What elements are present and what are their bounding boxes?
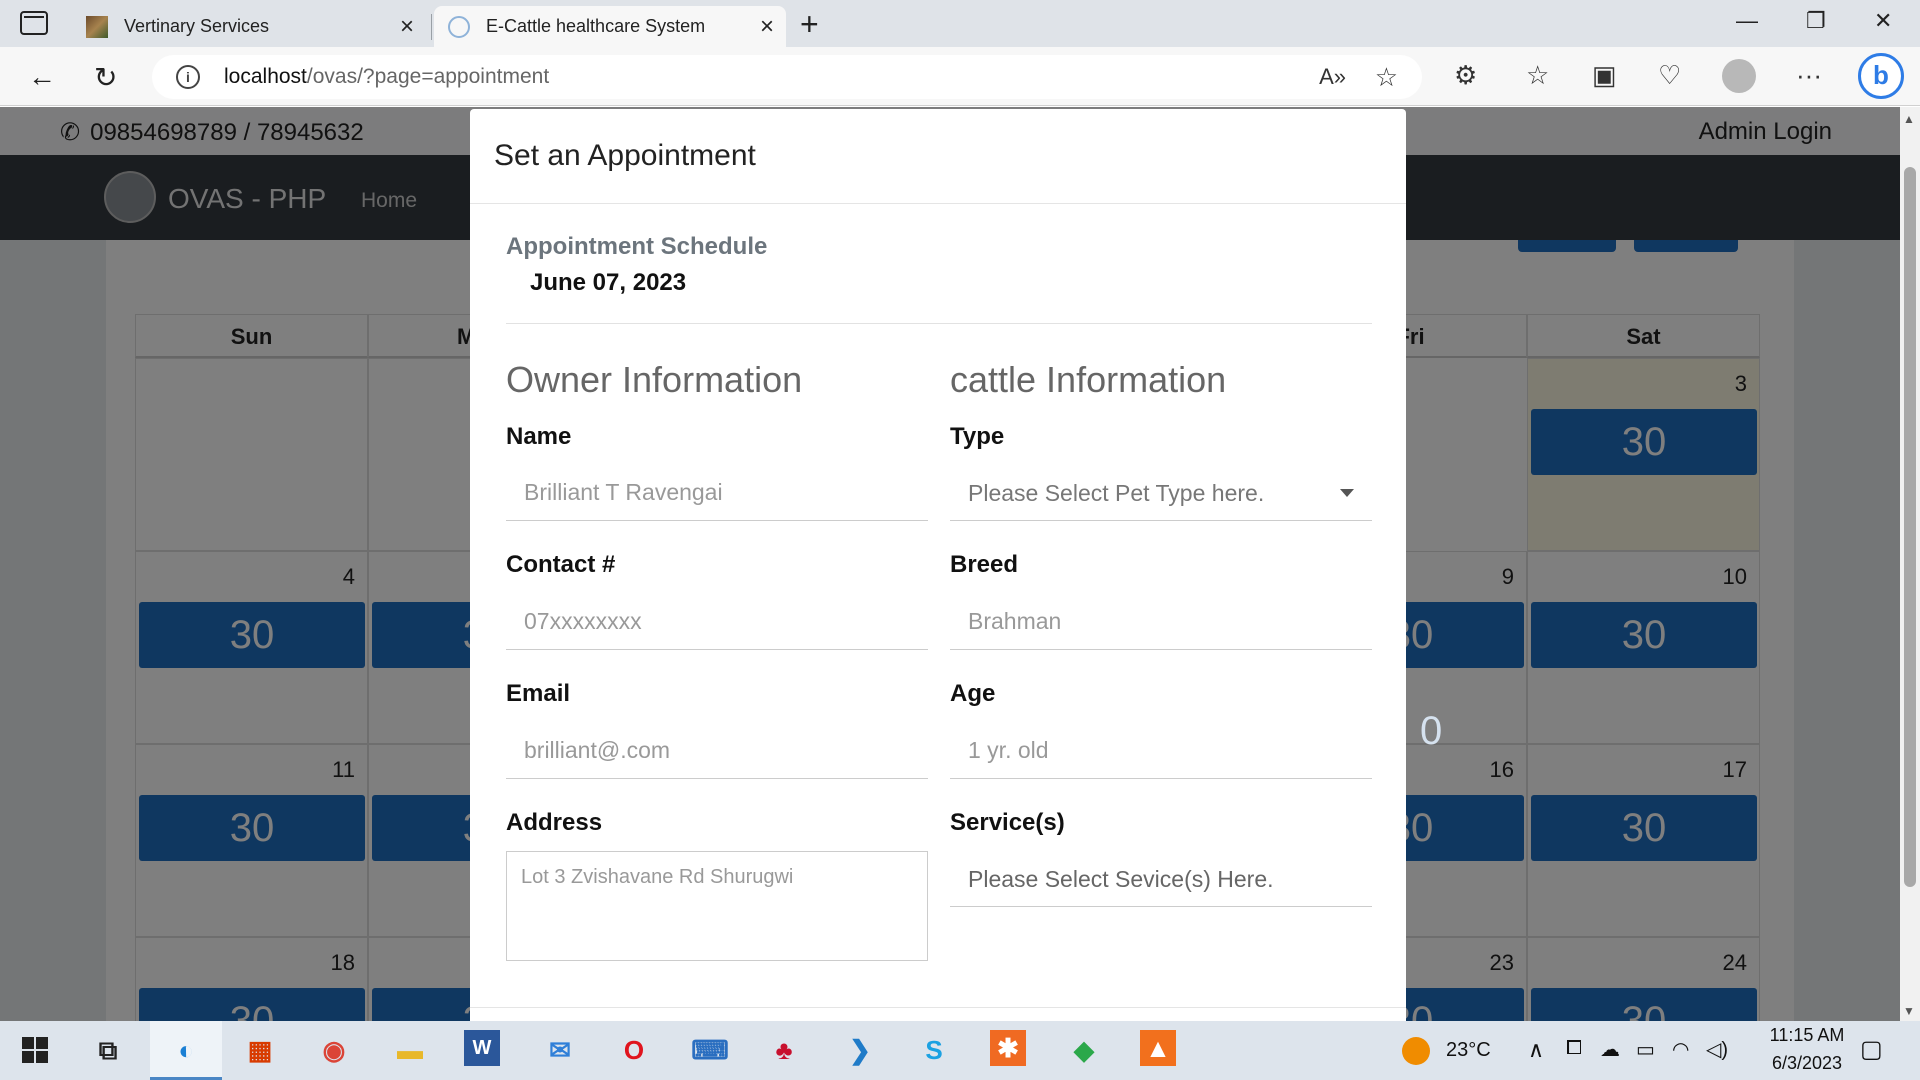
age-field[interactable] — [950, 723, 1372, 779]
edge-browser-icon[interactable]: ◐ — [166, 1030, 206, 1070]
extensions-icon[interactable]: ⚙ — [1454, 60, 1477, 91]
close-tab-icon[interactable]: × — [400, 13, 414, 41]
email-label: Email — [506, 680, 571, 707]
file-explorer-icon[interactable]: ▬ — [390, 1030, 430, 1070]
age-label: Age — [950, 680, 996, 707]
chevron-up-icon[interactable]: ∧ — [1528, 1037, 1544, 1063]
more-options-icon[interactable]: ··· — [1796, 60, 1822, 91]
scrollbar-thumb[interactable] — [1904, 167, 1916, 887]
restore-icon[interactable]: ❐ — [1806, 8, 1826, 34]
wifi-icon[interactable]: ◠ — [1672, 1037, 1689, 1062]
address-label: Address — [506, 809, 603, 836]
close-window-icon[interactable]: ✕ — [1874, 8, 1892, 34]
profile-avatar[interactable] — [1722, 59, 1756, 93]
sourcetree-icon[interactable]: ▲ — [1140, 1030, 1176, 1066]
owner-email-field[interactable] — [506, 723, 928, 779]
pet-type-select[interactable]: Please Select Pet Type here. — [950, 465, 1372, 521]
microsoft-store-icon[interactable]: ▦ — [240, 1030, 280, 1070]
browser-essentials-icon[interactable]: ♡ — [1658, 60, 1681, 91]
address-bar[interactable]: i localhost/ovas/?page=appointment A» ☆ — [152, 55, 1422, 99]
refresh-icon[interactable]: ↻ — [94, 61, 117, 94]
laptop-app-icon[interactable]: ⌨ — [690, 1030, 730, 1070]
services-select[interactable]: Please Select Sevice(s) Here. — [950, 851, 1372, 907]
name-label: Name — [506, 423, 572, 450]
site-info-icon[interactable]: i — [176, 65, 200, 89]
scroll-up-icon[interactable]: ▲ — [1903, 112, 1915, 126]
onedrive-icon[interactable]: ☁ — [1600, 1037, 1620, 1062]
loading-favicon-icon — [448, 15, 470, 38]
modal-footer-divider — [470, 1007, 1406, 1008]
url-host: localhost — [224, 65, 307, 88]
schedule-date: June 07, 2023 — [530, 269, 687, 296]
meet-now-icon[interactable]: ⧠ — [1566, 1037, 1582, 1060]
mendeley-icon[interactable]: ♣ — [764, 1030, 804, 1070]
schedule-divider — [506, 323, 1372, 324]
battery-icon[interactable]: ▭ — [1636, 1037, 1655, 1062]
tab-title: E-Cattle healthcare System — [486, 16, 706, 36]
cattle-section-title: cattle Information — [950, 359, 1227, 400]
modal-divider — [470, 203, 1406, 204]
partial-slot-label: 0 — [1420, 709, 1443, 753]
clock-date[interactable]: 6/3/2023 — [1752, 1053, 1862, 1074]
browser-tab-vertinary[interactable]: Vertinary Services × — [72, 6, 426, 47]
new-tab-icon[interactable]: + — [800, 6, 819, 43]
tab-title: Vertinary Services — [124, 16, 270, 36]
git-tool-icon[interactable]: ◆ — [1064, 1030, 1104, 1070]
volume-icon[interactable]: ◁) — [1706, 1037, 1728, 1062]
task-view-icon[interactable]: ⧉ — [88, 1030, 128, 1070]
notifications-icon[interactable]: ▢ — [1860, 1035, 1883, 1064]
xampp-icon[interactable]: ✱ — [990, 1030, 1026, 1066]
tab-separator — [431, 14, 432, 40]
type-label: Type — [950, 423, 1005, 450]
tab-actions-icon[interactable] — [20, 11, 48, 35]
mail-icon[interactable]: ✉ — [540, 1030, 580, 1070]
browser-toolbar: ← ↻ i localhost/ovas/?page=appointment A… — [0, 47, 1920, 106]
breed-label: Breed — [950, 551, 1019, 578]
owner-section-title: Owner Information — [506, 359, 803, 400]
owner-name-field[interactable] — [506, 465, 928, 521]
opera-icon[interactable]: O — [614, 1030, 654, 1070]
browser-tab-ecattle[interactable]: E-Cattle healthcare System × — [434, 6, 786, 47]
url-path: /ovas/?page=appointment — [306, 65, 550, 88]
windows-taskbar: ⧉ ◐ ▦ ◉ ▬ W ✉ O ⌨ ♣ ❯ S ✱ ◆ ▲ 23°C ∧ ⧠ ☁… — [0, 1021, 1920, 1080]
read-aloud-icon[interactable]: A» — [1319, 64, 1346, 90]
owner-contact-field[interactable] — [506, 594, 928, 650]
pet-type-value: Please Select Pet Type here. — [968, 480, 1265, 506]
modal-title: Set an Appointment — [494, 139, 756, 172]
weather-temp[interactable]: 23°C — [1446, 1039, 1491, 1062]
add-favorite-icon[interactable]: ☆ — [1375, 62, 1398, 93]
minimize-icon[interactable]: — — [1736, 8, 1758, 34]
weather-sun-icon[interactable] — [1402, 1037, 1430, 1065]
site-favicon-icon — [86, 15, 108, 38]
chrome-icon[interactable]: ◉ — [314, 1030, 354, 1070]
owner-address-field[interactable] — [506, 851, 928, 961]
breed-field[interactable] — [950, 594, 1372, 650]
windows-start-icon[interactable] — [22, 1037, 48, 1063]
bing-copilot-icon[interactable]: b — [1858, 53, 1904, 99]
skype-icon[interactable]: S — [914, 1030, 954, 1070]
appointment-modal: Set an Appointment Appointment Schedule … — [470, 109, 1406, 1021]
browser-tab-bar: Vertinary Services × E-Cattle healthcare… — [0, 0, 1920, 47]
word-icon[interactable]: W — [464, 1030, 500, 1066]
favorites-icon[interactable]: ☆ — [1526, 60, 1549, 91]
close-tab-icon[interactable]: × — [760, 13, 774, 41]
web-page: ✆09854698789 / 78945632 Admin Login OVAS… — [0, 107, 1900, 1021]
services-label: Service(s) — [950, 809, 1065, 836]
contact-label: Contact # — [506, 551, 616, 578]
scroll-down-icon[interactable]: ▼ — [1903, 1004, 1915, 1018]
collections-icon[interactable]: ▣ — [1592, 60, 1617, 91]
schedule-label: Appointment Schedule — [506, 233, 768, 260]
clock-time[interactable]: 11:15 AM — [1752, 1025, 1862, 1046]
services-value: Please Select Sevice(s) Here. — [968, 866, 1274, 892]
back-icon[interactable]: ← — [28, 61, 56, 93]
vscode-icon[interactable]: ❯ — [840, 1030, 880, 1070]
chevron-down-icon — [1340, 489, 1354, 497]
